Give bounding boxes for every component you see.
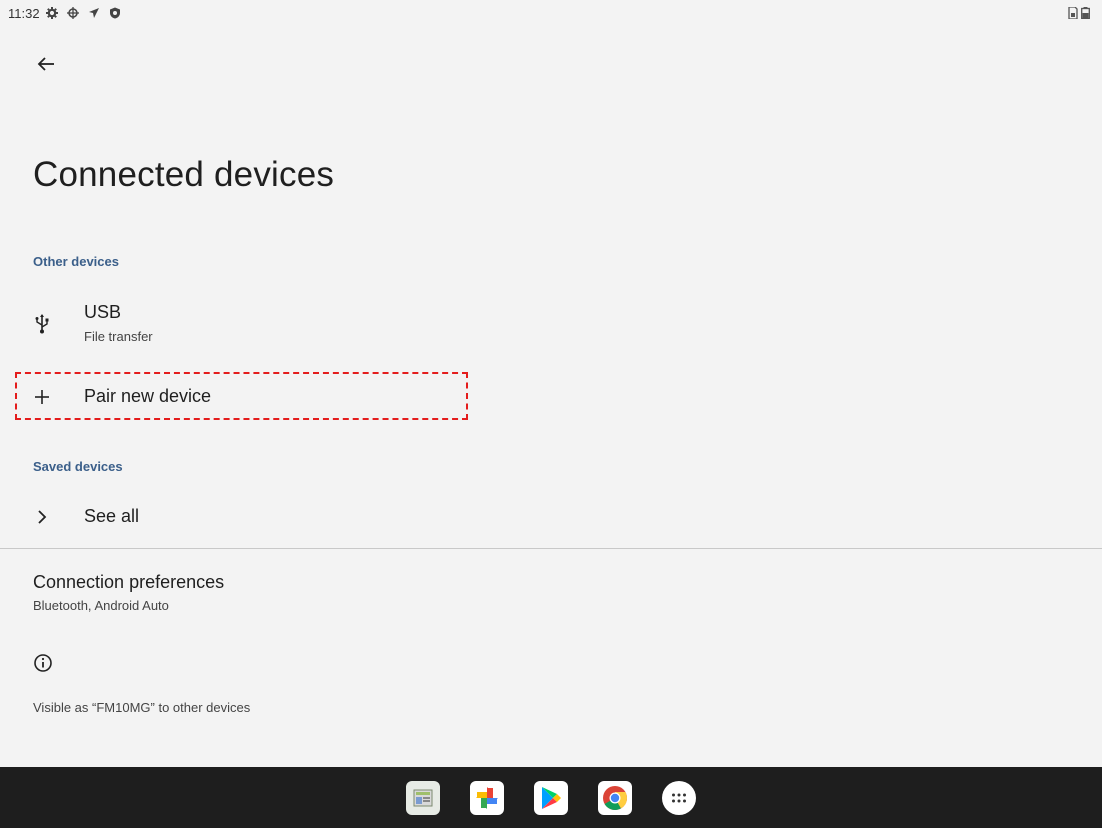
app-drawer-icon[interactable]	[662, 780, 696, 815]
battery-icon	[1081, 6, 1090, 24]
back-button[interactable]	[28, 48, 64, 84]
see-all-row[interactable]: See all	[0, 496, 1102, 538]
arrow-left-icon	[37, 55, 55, 78]
photos-app-icon[interactable]	[470, 780, 504, 815]
connection-preferences-title: Connection preferences	[33, 572, 225, 592]
connection-preferences-row[interactable]: Connection preferences Bluetooth, Androi…	[33, 572, 224, 613]
gallery-app-icon[interactable]	[406, 780, 440, 815]
cross-target-icon	[66, 7, 79, 19]
connection-preferences-subtitle: Bluetooth, Android Auto	[33, 598, 169, 613]
dock	[0, 767, 1102, 828]
play-store-app-icon[interactable]	[534, 780, 568, 815]
usb-subtitle: File transfer	[84, 329, 153, 344]
status-icons	[45, 7, 121, 19]
highlight-annotation	[15, 372, 468, 420]
section-header-other-devices: Other devices	[33, 254, 119, 269]
usb-row[interactable]: USB File transfer	[0, 300, 1102, 350]
chrome-app-icon[interactable]	[598, 780, 632, 815]
section-header-saved-devices: Saved devices	[33, 459, 123, 474]
divider	[0, 548, 1102, 549]
usb-icon	[30, 312, 54, 336]
sim-card-icon	[1068, 6, 1078, 24]
navigation-arrow-icon	[88, 7, 100, 19]
visible-as-text: Visible as “FM10MG” to other devices	[33, 700, 251, 715]
shield-icon	[109, 7, 121, 19]
info-icon	[33, 653, 53, 673]
usb-title: USB	[84, 302, 122, 322]
page-title: Connected devices	[33, 155, 335, 194]
status-right-icons	[1068, 6, 1090, 24]
chevron-right-icon	[30, 505, 54, 529]
see-all-label: See all	[84, 506, 140, 526]
settings-gear-icon	[45, 7, 58, 19]
status-bar: 11:32	[0, 0, 1102, 26]
status-time: 11:32	[8, 5, 40, 21]
